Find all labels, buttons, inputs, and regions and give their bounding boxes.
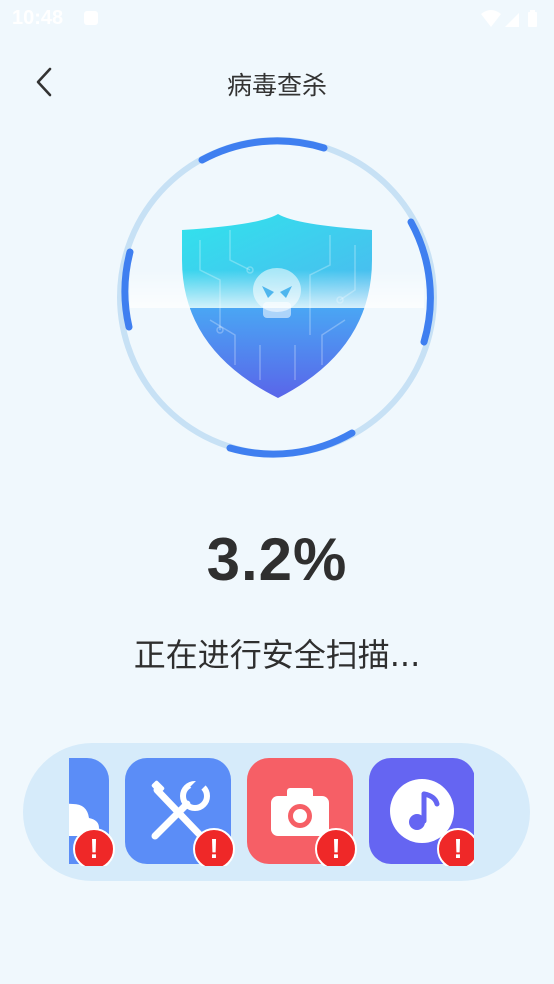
app-tile-camera[interactable]: !: [247, 758, 357, 866]
warning-badge: !: [73, 828, 115, 866]
warning-badge: !: [315, 828, 357, 866]
battery-icon: [528, 12, 537, 27]
app-tile-cloud[interactable]: !: [69, 758, 115, 866]
ring-arc-top: [198, 137, 328, 164]
scan-percent: 3.2%: [206, 526, 348, 593]
wifi-icon: [481, 10, 501, 27]
ring-arc-bottom: [226, 429, 356, 458]
cellular-icon: [505, 13, 519, 27]
app-tile-tools[interactable]: !: [125, 758, 235, 866]
app-list: ! ! ! !: [69, 758, 474, 866]
warning-badge: !: [437, 828, 474, 866]
warning-badge: !: [193, 828, 235, 866]
status-icons: [481, 10, 537, 27]
scan-progress-ring: [110, 130, 444, 464]
notification-icon: [84, 11, 98, 25]
app-tile-music[interactable]: !: [369, 758, 474, 866]
status-bar: 10:48: [0, 0, 554, 36]
scan-status-text: 正在进行安全扫描...: [133, 636, 421, 674]
page-title: 病毒查杀: [226, 71, 327, 100]
status-time: 10:48: [12, 7, 64, 29]
top-bar: 病毒查杀: [0, 52, 554, 112]
ring-arc-left: [121, 248, 134, 331]
app-scan-tray: ! ! ! !: [23, 743, 530, 881]
